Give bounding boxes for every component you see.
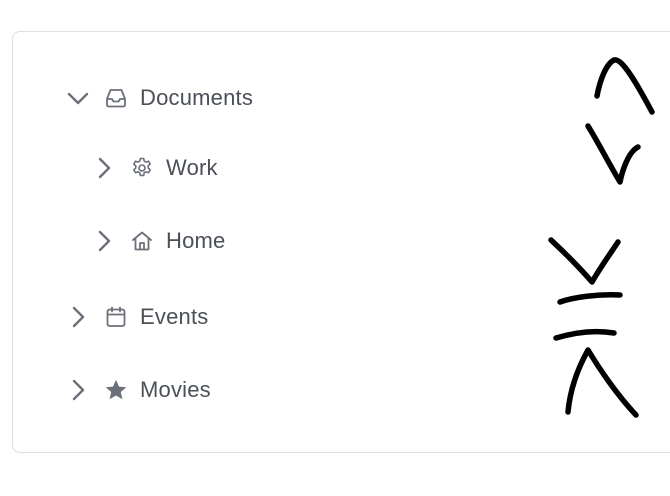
chevron-right-icon[interactable] [92, 156, 116, 180]
tree-item-label: Documents [140, 85, 254, 110]
tree-item-home[interactable]: Home [92, 221, 226, 261]
chevron-right-icon[interactable] [66, 305, 90, 329]
tree-item-work[interactable]: Work [92, 148, 218, 188]
tree-item-events[interactable]: Events [66, 297, 208, 337]
chevron-right-icon[interactable] [92, 229, 116, 253]
tree-item-label: Events [140, 304, 209, 329]
tree-item-documents[interactable]: Documents [66, 78, 253, 118]
gear-icon [129, 155, 155, 181]
tree-item-label: Work [166, 155, 218, 180]
tree-item-movies[interactable]: Movies [66, 370, 211, 410]
tree-item-label: Home [166, 228, 226, 253]
inbox-icon [103, 85, 129, 111]
chevron-right-icon[interactable] [66, 378, 90, 402]
handwritten-annotation [548, 57, 655, 418]
chevron-down-icon[interactable] [66, 86, 90, 110]
home-icon [129, 228, 155, 254]
star-icon [103, 377, 129, 403]
calendar-icon [103, 304, 129, 330]
tree-item-label: Movies [140, 377, 211, 402]
